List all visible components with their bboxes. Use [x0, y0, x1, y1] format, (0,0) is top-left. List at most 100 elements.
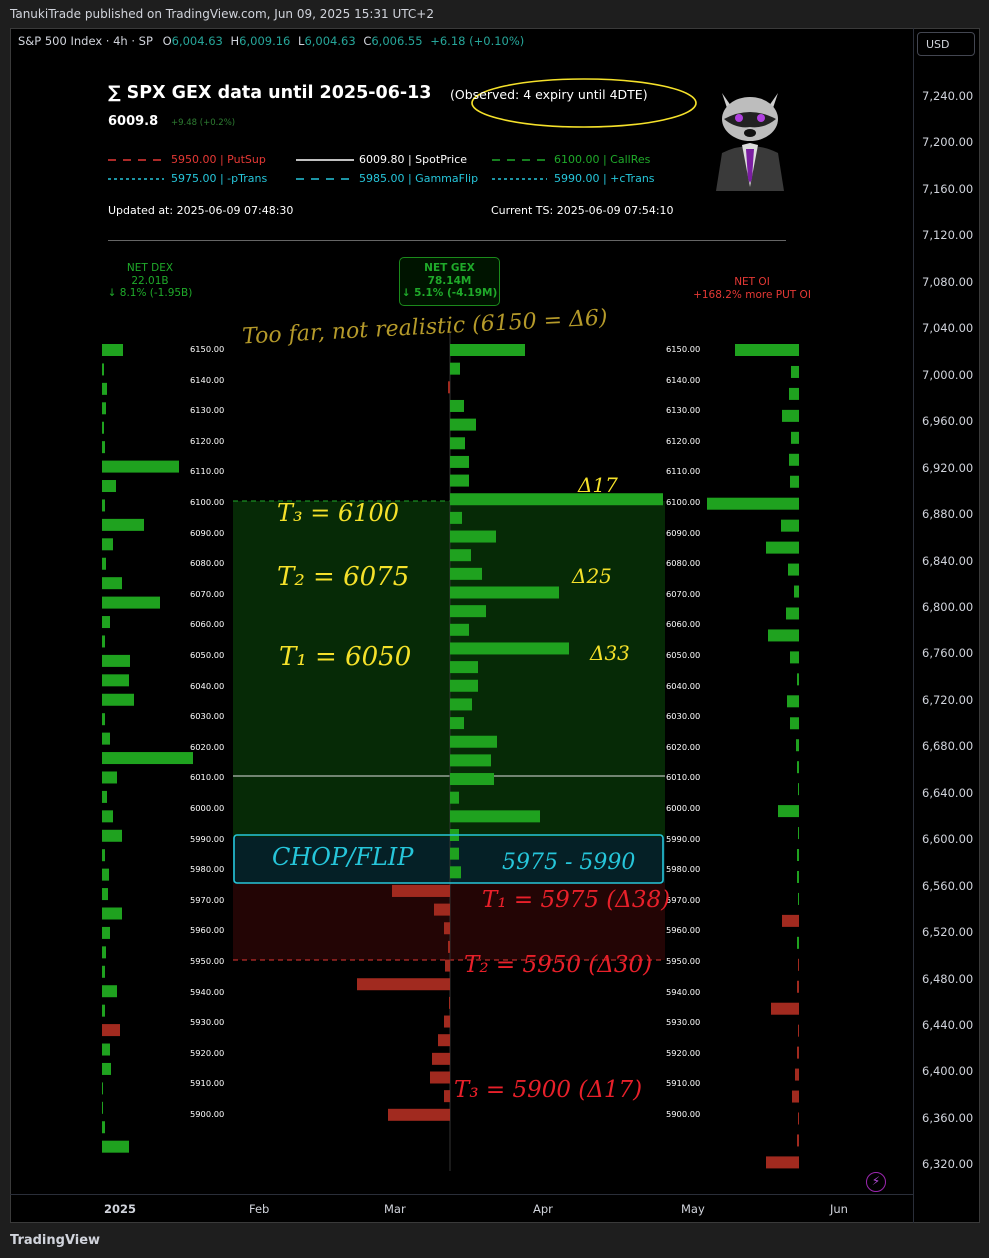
gex-bar [450, 567, 482, 580]
strike-label-right: 6000.00 [666, 803, 701, 813]
price-tick-label: 6,400.00 [922, 1064, 974, 1079]
strike-label-right: 5920.00 [666, 1047, 701, 1058]
lightning-icon[interactable]: ⚡ [866, 1172, 886, 1192]
price-tick-label: 7,240.00 [922, 89, 974, 103]
strike-label-left: 6130.00 [190, 405, 225, 416]
gex-bar [450, 511, 462, 524]
updated-at: Updated at: 2025-06-09 07:48:30 [108, 204, 294, 217]
oi-bar [795, 1068, 799, 1081]
dex-bar [102, 577, 122, 590]
strike-label-left: 6020.00 [190, 741, 225, 752]
legend-line-ptrans [108, 178, 164, 180]
dex-bar [102, 1140, 129, 1153]
dex-bar [102, 752, 193, 765]
price-tick-label: 6,360.00 [922, 1110, 974, 1125]
gex-bar [445, 959, 450, 972]
oi-bar [789, 453, 799, 466]
dex-bar [102, 557, 106, 570]
oi-bar [778, 805, 799, 818]
strike-label-right: 6130.00 [666, 405, 701, 416]
currency-button[interactable]: USD [917, 32, 975, 56]
time-tick-label: Apr [533, 1202, 553, 1216]
strike-label-left: 6140.00 [190, 374, 225, 385]
annotation-t3-up: T₃ = 6100 [277, 499, 400, 527]
legend-line-gammaflip [296, 178, 354, 180]
net-oi-title: NET OI [734, 276, 770, 288]
oi-bar [798, 1024, 799, 1037]
dex-bar [102, 363, 104, 376]
strike-label-left: 6000.00 [190, 803, 225, 813]
high-value: 6,009.16 [239, 34, 291, 48]
net-gex-value: 78.14M [427, 274, 472, 287]
open-label: O [162, 34, 172, 48]
price-tick-label: 7,160.00 [922, 181, 974, 196]
dex-bar [102, 460, 179, 473]
dex-bar [102, 1082, 103, 1095]
price-tick-label: 7,080.00 [922, 274, 974, 289]
gex-bar [450, 717, 464, 730]
oi-bar [781, 519, 799, 532]
dex-bar [102, 1024, 120, 1037]
strike-label-right: 5930.00 [666, 1017, 701, 1028]
price-tick-label: 6,800.00 [922, 599, 974, 614]
strike-label-right: 6030.00 [666, 711, 701, 722]
dex-bar [102, 849, 105, 862]
symbol-name[interactable]: S&P 500 Index · 4h · SP [18, 34, 153, 48]
strike-label-left: 5960.00 [190, 925, 225, 936]
oi-bar [766, 1156, 799, 1169]
close-value: 6,006.55 [371, 34, 423, 48]
net-gex-stat: NET GEX 78.14M ↓ 5.1% (-4.19M) [399, 262, 500, 300]
strike-label-left: 6080.00 [190, 558, 225, 569]
dex-bar [102, 382, 107, 395]
strike-label-left: 5910.00 [190, 1078, 225, 1089]
oi-bar [798, 958, 799, 971]
gex-bar [450, 866, 461, 879]
gex-bar [449, 996, 450, 1009]
gex-bar [450, 399, 464, 412]
time-tick-label: 2025 [104, 1202, 137, 1216]
dex-bar [102, 441, 105, 454]
raccoon-logo [716, 93, 784, 191]
gex-bar [450, 623, 469, 636]
dex-bar [102, 965, 105, 978]
gex-bar [450, 437, 465, 450]
oi-bar [766, 541, 799, 554]
strike-label-left: 5900.00 [190, 1109, 225, 1119]
net-dex-stat: NET DEX 22.01B ↓ 8.1% (-1.95B) [100, 262, 200, 300]
gex-bar [450, 661, 478, 674]
symbol-legend[interactable]: S&P 500 Index · 4h · SP O6,004.63 H6,009… [18, 34, 524, 48]
dex-bar [102, 771, 117, 784]
gex-bar [448, 940, 450, 953]
strike-label-left: 6060.00 [190, 619, 225, 630]
dex-bar [102, 480, 116, 493]
price-tick-label: 6,640.00 [922, 785, 974, 800]
oi-bar [791, 365, 799, 378]
strike-label-left: 6010.00 [190, 772, 225, 783]
gex-bar [444, 1090, 450, 1103]
price-tick-label: 6,920.00 [922, 460, 974, 475]
price-tick-label: 7,120.00 [922, 228, 974, 243]
oi-bar [786, 607, 799, 620]
strike-label-right: 5960.00 [666, 925, 701, 936]
legend-gammaflip: 5985.00 | GammaFlip [359, 172, 479, 185]
annotation-t2-down: T₂ = 5950 (Δ30) [464, 952, 653, 978]
gex-bar [438, 1034, 450, 1047]
strike-label-right: 6100.00 [666, 497, 701, 507]
gex-bar [388, 1108, 450, 1121]
legend-line-ctrans [492, 178, 547, 180]
dex-bar [102, 946, 106, 959]
strike-label-left: 6070.00 [190, 588, 225, 599]
gex-bar [357, 978, 450, 991]
strike-label-left: 6090.00 [190, 527, 225, 538]
gex-bar [444, 1015, 450, 1028]
oi-bar [798, 1112, 799, 1125]
publisher-line: TanukiTrade published on TradingView.com… [10, 7, 434, 21]
price-tick-label: 6,680.00 [922, 739, 974, 754]
strike-label-right: 6070.00 [666, 588, 701, 599]
dex-bar [102, 1101, 103, 1114]
strike-label-right: 6050.00 [666, 650, 701, 660]
oi-bar [782, 409, 799, 422]
gex-bar [450, 679, 478, 692]
gex-bar [450, 735, 497, 748]
tradingview-logo[interactable]: TradingView [10, 1233, 100, 1248]
